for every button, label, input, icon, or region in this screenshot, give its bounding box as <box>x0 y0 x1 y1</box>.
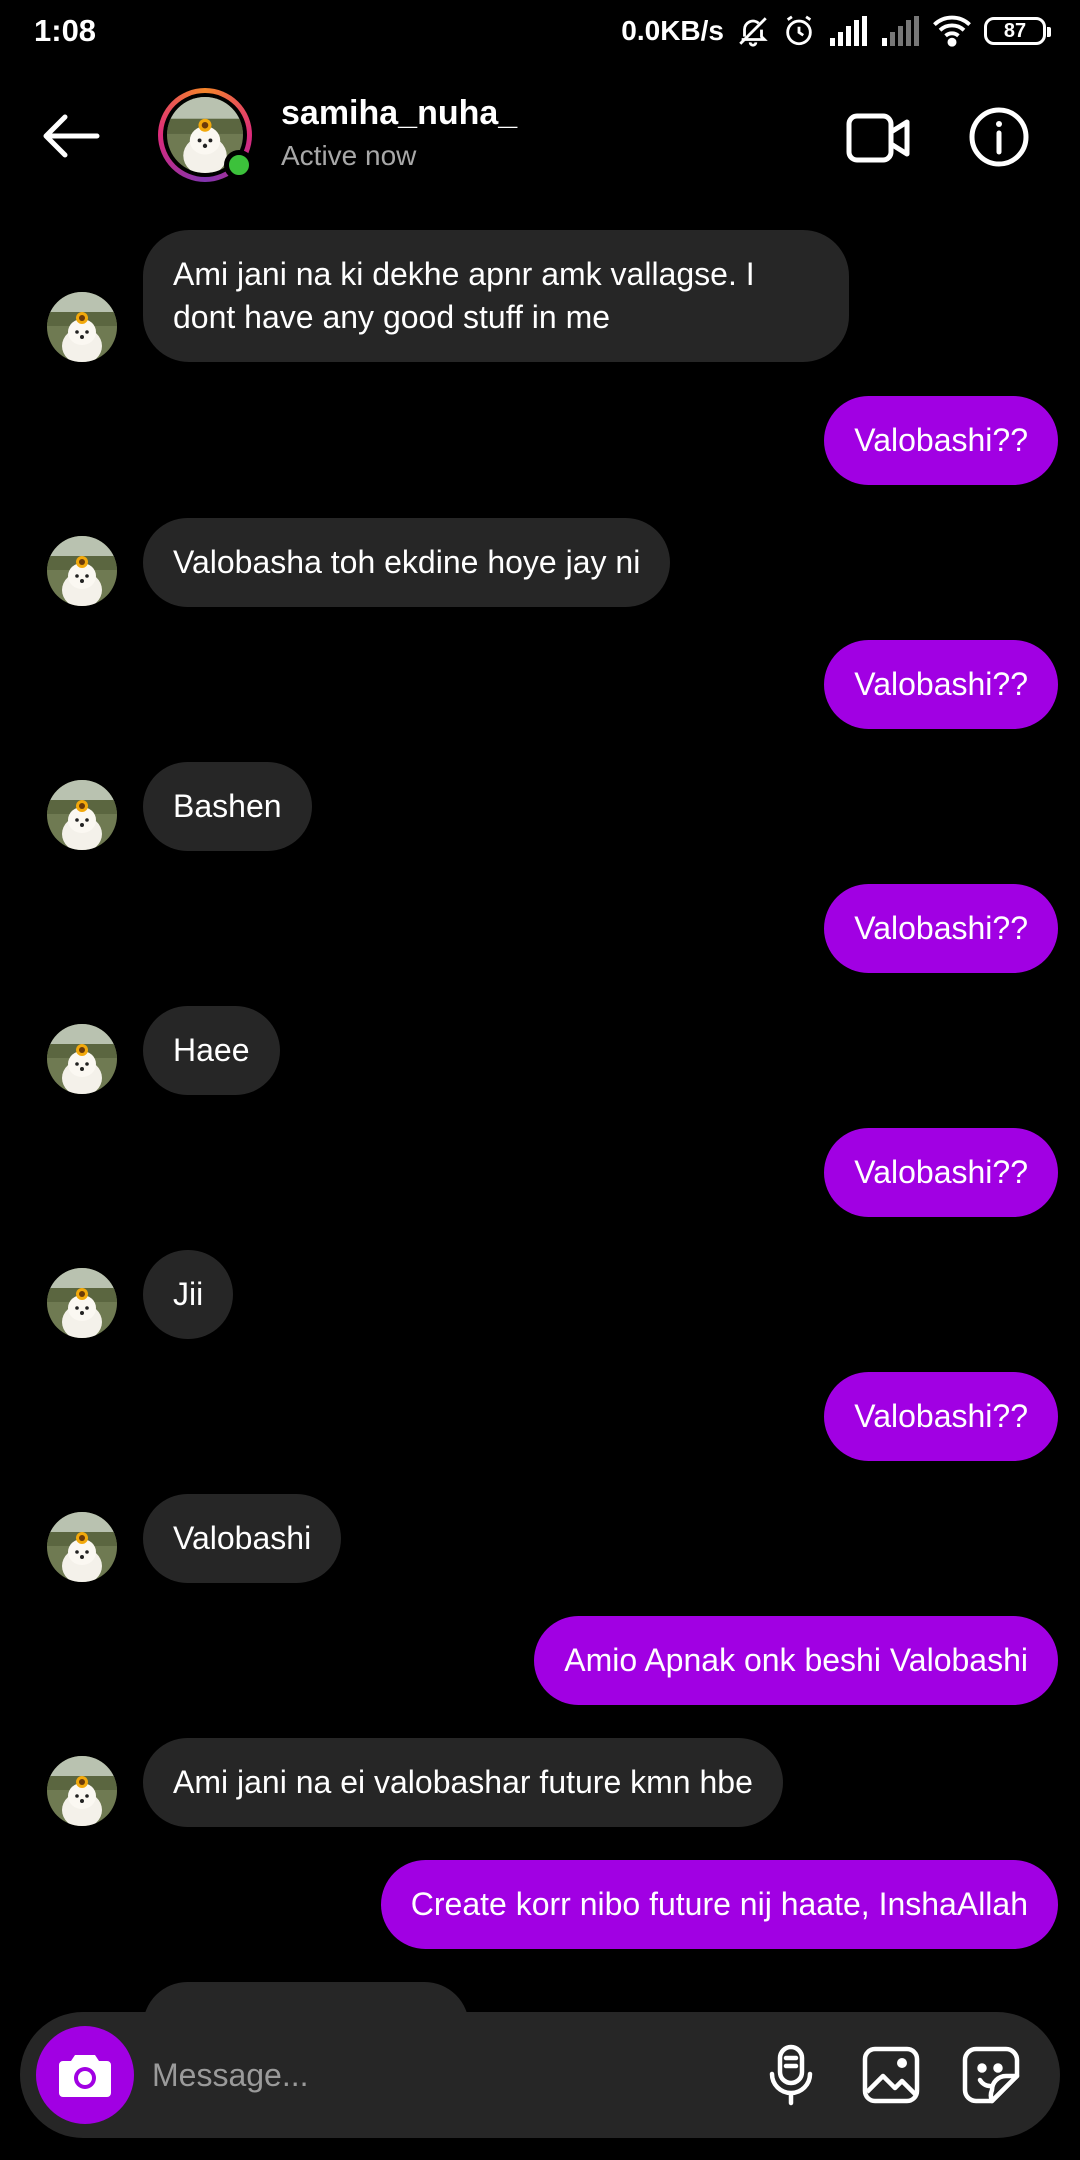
wifi-icon <box>932 15 972 47</box>
online-indicator <box>224 150 254 180</box>
sender-avatar[interactable] <box>47 1512 117 1582</box>
message-input[interactable] <box>152 2044 712 2106</box>
contact-username[interactable]: samiha_nuha_ <box>281 94 517 133</box>
message-bubble-incoming[interactable]: Jii <box>143 1250 234 1339</box>
camera-button[interactable] <box>36 2026 134 2124</box>
chat-header: samiha_nuha_ Active now <box>0 80 1080 192</box>
video-call-button[interactable] <box>846 110 910 166</box>
battery-icon: 87 <box>984 17 1051 45</box>
sender-avatar[interactable] <box>47 1024 117 1094</box>
status-bar: 1:08 0.0KB/s 87 <box>0 0 1080 62</box>
message-bubble-outgoing[interactable]: Valobashi?? <box>824 1372 1058 1461</box>
back-button[interactable] <box>38 106 104 166</box>
contact-status: Active now <box>281 140 417 171</box>
microphone-icon <box>769 2044 813 2106</box>
message-bubble-outgoing[interactable]: Valobashi?? <box>824 396 1058 485</box>
message-bubble-incoming[interactable]: Haee <box>143 1006 280 1095</box>
network-speed: 0.0KB/s <box>621 15 724 46</box>
message-bubble-outgoing[interactable]: Valobashi?? <box>824 640 1058 729</box>
signal-2-icon <box>880 16 920 46</box>
message-bubble-incoming[interactable]: Ami jani na ki dekhe apnr amk vallagse. … <box>143 230 849 362</box>
message-bubble-incoming[interactable]: Ami jani na ei valobashar future kmn hbe <box>143 1738 783 1827</box>
gallery-button[interactable] <box>856 2040 926 2110</box>
info-button[interactable] <box>968 106 1030 168</box>
sender-avatar[interactable] <box>47 536 117 606</box>
message-bubble-outgoing[interactable]: Create korr nibo future nij haate, Insha… <box>380 1860 1058 1949</box>
sender-avatar[interactable] <box>47 780 117 850</box>
message-bubble-outgoing[interactable]: Valobashi?? <box>824 1128 1058 1217</box>
message-bubble-outgoing[interactable]: Valobashi?? <box>824 884 1058 973</box>
sender-avatar[interactable] <box>47 1268 117 1338</box>
message-bubble-incoming[interactable]: Valobasha toh ekdine hoye jay ni <box>143 518 671 607</box>
profile-avatar[interactable] <box>158 88 254 182</box>
info-icon <box>969 107 1029 167</box>
sender-avatar[interactable] <box>47 292 117 362</box>
mute-icon <box>736 14 770 48</box>
signal-icon <box>828 16 868 46</box>
message-bubble-incoming-partial[interactable] <box>143 1982 469 2012</box>
microphone-button[interactable] <box>756 2040 826 2110</box>
sticker-icon <box>962 2046 1020 2104</box>
status-time: 1:08 <box>34 13 97 48</box>
sticker-button[interactable] <box>956 2040 1026 2110</box>
message-list[interactable]: Ami jani na ki dekhe apnr amk vallagse. … <box>0 222 1080 2012</box>
message-composer <box>20 2012 1060 2138</box>
sender-avatar[interactable] <box>47 1756 117 1826</box>
back-arrow-icon <box>43 114 100 158</box>
alarm-icon <box>782 14 816 48</box>
video-call-icon <box>846 113 910 163</box>
gallery-icon <box>862 2046 920 2104</box>
message-bubble-incoming[interactable]: Valobashi <box>143 1494 342 1583</box>
message-bubble-incoming[interactable]: Bashen <box>143 762 312 851</box>
camera-icon <box>59 2055 111 2097</box>
message-bubble-outgoing[interactable]: Amio Apnak onk beshi Valobashi <box>534 1616 1058 1705</box>
